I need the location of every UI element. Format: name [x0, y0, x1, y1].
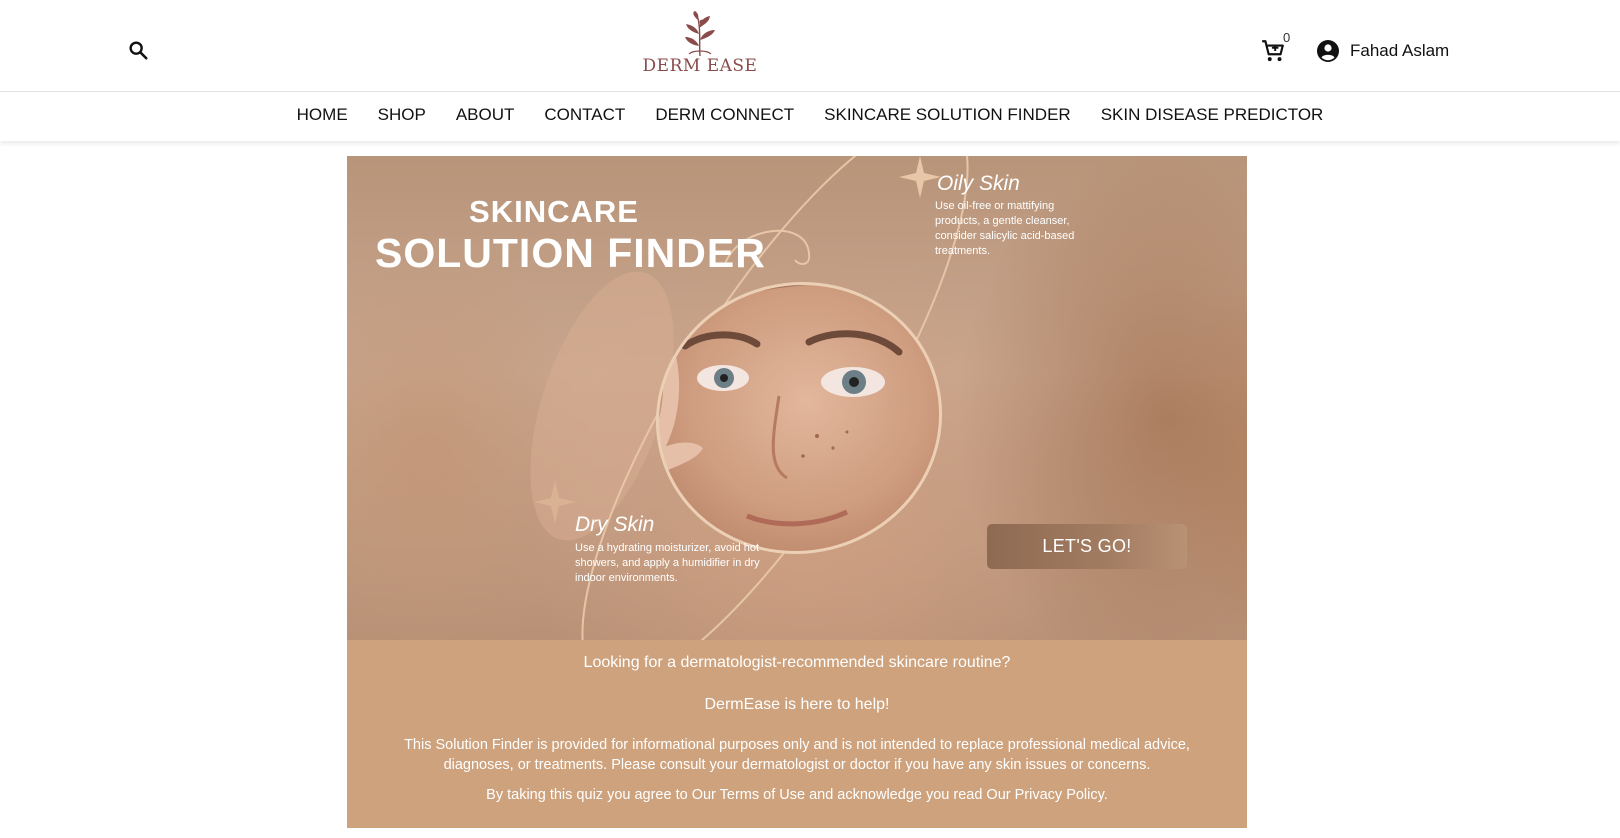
oily-skin-text: Use oil-free or mattifying products, a g…: [935, 200, 1075, 257]
nav-list: HOME SHOP ABOUT CONTACT DERM CONNECT SKI…: [0, 92, 1620, 138]
hero-title-line1: SKINCARE: [469, 194, 639, 229]
user-name: Fahad Aslam: [1350, 41, 1450, 60]
nav-item-skincare-solution-finder[interactable]: SKINCARE SOLUTION FINDER: [809, 105, 1086, 125]
search-icon: [129, 41, 148, 60]
nav-item-derm-connect[interactable]: DERM CONNECT: [640, 105, 809, 125]
dry-skin-text: Use a hydrating moisturizer, avoid hot s…: [575, 542, 760, 584]
face-portrait: [647, 266, 967, 566]
dry-skin-title: Dry Skin: [575, 513, 655, 536]
hero-title-line2: SOLUTION FINDER: [375, 230, 766, 276]
account-circle-icon: [1317, 40, 1339, 62]
oily-skin-title: Oily Skin: [937, 172, 1020, 195]
cart-button[interactable]: 0: [1260, 30, 1294, 66]
nav-item-about[interactable]: ABOUT: [441, 105, 530, 125]
sparkle-icon: [899, 156, 941, 198]
hero-banner: SKINCARE SOLUTION FINDER Oily Skin Use o…: [347, 156, 1247, 640]
logo-text: DERM EASE: [642, 56, 758, 76]
logo[interactable]: DERM EASE: [643, 10, 757, 78]
info-disclaimer: This Solution Finder is provided for inf…: [404, 737, 1190, 773]
info-panel: Looking for a dermatologist-recommended …: [347, 640, 1247, 828]
lets-go-button[interactable]: LET'S GO!: [987, 524, 1187, 569]
info-help: DermEase is here to help!: [704, 696, 890, 713]
user-account[interactable]: Fahad Aslam: [1316, 38, 1449, 64]
info-question: Looking for a dermatologist-recommended …: [583, 654, 1011, 671]
search-button[interactable]: [124, 36, 152, 64]
top-header: DERM EASE 0 Fahad Aslam: [0, 0, 1620, 92]
cart-count-badge: 0: [1283, 30, 1291, 45]
nav-item-skin-disease-predictor[interactable]: SKIN DISEASE PREDICTOR: [1086, 105, 1339, 125]
logo-leaf-icon: [685, 11, 715, 57]
nav-item-shop[interactable]: SHOP: [363, 105, 441, 125]
nav-item-home[interactable]: HOME: [282, 105, 363, 125]
nav-item-contact[interactable]: CONTACT: [529, 105, 640, 125]
info-terms-agreement: By taking this quiz you agree to Our Ter…: [486, 787, 1108, 803]
main-nav: HOME SHOP ABOUT CONTACT DERM CONNECT SKI…: [0, 92, 1620, 141]
